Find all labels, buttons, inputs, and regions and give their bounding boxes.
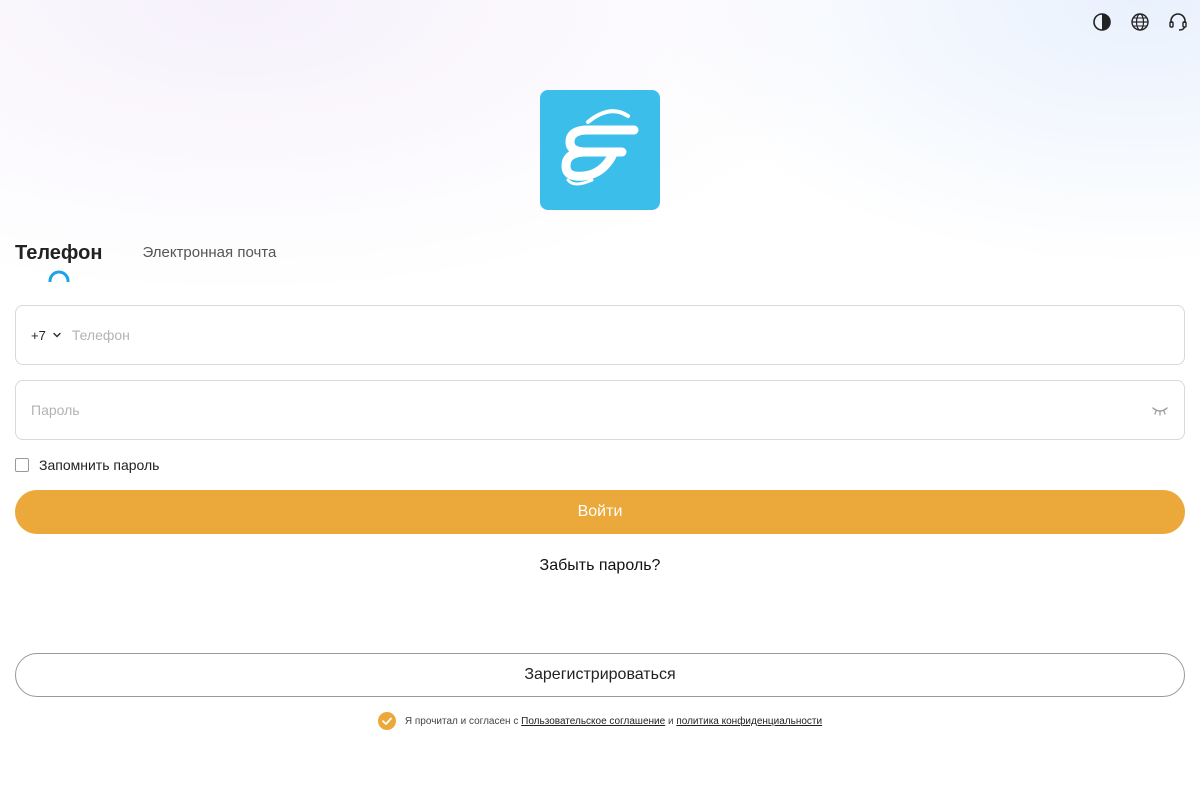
terms-link[interactable]: Пользовательское соглашение — [521, 716, 665, 727]
agreement-conjunction: и — [665, 715, 677, 727]
login-button[interactable]: Войти — [15, 490, 1185, 534]
top-toolbar — [1092, 12, 1188, 32]
remember-checkbox[interactable] — [15, 458, 29, 472]
logo-mark-icon — [561, 109, 639, 186]
forgot-password-link[interactable]: Забыть пароль? — [0, 557, 1200, 575]
agreement-prefix: Я прочитал и согласен с — [404, 715, 522, 727]
app-logo — [540, 90, 660, 210]
privacy-link[interactable]: политика конфиденциальности — [676, 716, 822, 727]
register-button[interactable]: Зарегистрироваться — [15, 653, 1185, 697]
country-code-value: +7 — [31, 327, 46, 343]
active-tab-indicator — [48, 270, 70, 282]
globe-icon[interactable] — [1130, 12, 1150, 32]
password-field — [15, 380, 1185, 440]
phone-input[interactable] — [71, 327, 1184, 343]
check-circle-icon[interactable] — [377, 712, 396, 730]
contrast-icon[interactable] — [1092, 12, 1112, 32]
tab-email-label: Электронная почта — [142, 244, 277, 261]
country-code-select[interactable]: +7 — [16, 328, 62, 343]
tab-phone[interactable]: Телефон — [15, 240, 103, 282]
password-input[interactable] — [31, 402, 1151, 418]
tab-email[interactable]: Электронная почта — [142, 240, 276, 266]
phone-field: +7 — [15, 305, 1185, 365]
chevron-down-icon — [53, 332, 61, 338]
remember-password[interactable]: Запомнить пароль — [15, 457, 159, 473]
eye-closed-icon[interactable] — [1151, 404, 1169, 416]
login-tabs: Телефон Электронная почта — [15, 240, 276, 282]
headset-icon[interactable] — [1168, 12, 1188, 32]
remember-label: Запомнить пароль — [39, 457, 160, 473]
tab-phone-label: Телефон — [15, 242, 103, 264]
agreement-row: Я прочитал и согласен с Пользовательское… — [0, 712, 1200, 730]
